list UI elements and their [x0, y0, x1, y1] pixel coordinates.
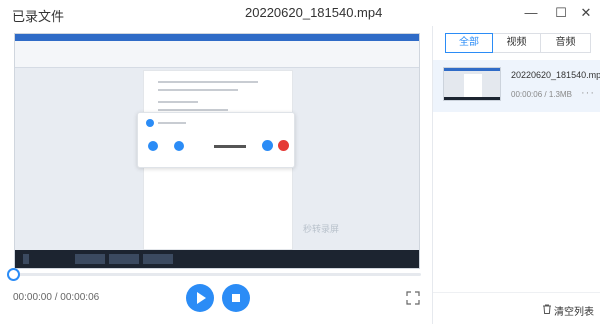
file-meta: 00:00:06 / 1.3MB [511, 90, 572, 99]
thumbnail-page [464, 74, 482, 98]
video-preview[interactable]: 秒转录屏 [14, 33, 420, 269]
tab-video[interactable]: 视频 [493, 33, 541, 53]
thumbnail-topbar [444, 68, 500, 71]
video-timer [214, 145, 246, 148]
video-text-line [158, 101, 198, 103]
time-display: 00:00:00 / 00:00:06 [13, 292, 99, 303]
fullscreen-button[interactable] [406, 291, 420, 305]
video-speaker-icon [174, 141, 184, 151]
video-tabbar [15, 34, 419, 41]
tab-all[interactable]: 全部 [445, 33, 493, 53]
video-task [109, 254, 139, 264]
clear-list-button[interactable]: 清空列表 [433, 292, 600, 324]
video-taskbar [15, 250, 419, 268]
app-title: 已录文件 [12, 9, 65, 24]
file-size: 1.3MB [548, 90, 572, 99]
trash-icon [543, 304, 551, 314]
fullscreen-icon [406, 291, 420, 305]
file-name: 20220620_181540.mp4 [511, 70, 600, 80]
video-mic-icon [148, 141, 158, 151]
file-thumbnail [443, 67, 501, 101]
maximize-button[interactable]: ☐ [552, 4, 570, 22]
video-text-line [158, 89, 238, 91]
title-bar: 已录文件 20220620_181540.mp4 — ☐ ✕ [0, 0, 600, 26]
total-time: 00:00:06 [60, 292, 100, 303]
play-icon [197, 292, 206, 304]
play-button[interactable] [186, 284, 214, 312]
tab-audio[interactable]: 音频 [541, 33, 591, 53]
stop-button[interactable] [222, 284, 250, 312]
file-list-item[interactable]: 20220620_181540.mp4 00:00:06 / 1.3MB ··· [433, 60, 600, 112]
video-watermark: 秒转录屏 [303, 224, 340, 234]
minimize-button[interactable]: — [522, 4, 540, 22]
thumbnail-taskbar [444, 97, 500, 100]
close-button[interactable]: ✕ [577, 4, 595, 22]
video-task [23, 254, 29, 264]
video-stop-icon [278, 140, 289, 151]
progress-handle[interactable] [6, 268, 20, 281]
file-list-panel: 全部 视频 音频 20220620_181540.mp4 00:00:06 / … [432, 26, 600, 324]
progress-bar[interactable] [13, 273, 421, 276]
video-text-line [158, 122, 186, 124]
video-player: 秒转录屏 00:00:00 / 00:00:06 [0, 26, 432, 324]
stop-icon [232, 294, 240, 302]
video-pause-icon [262, 140, 273, 151]
video-task [143, 254, 173, 264]
video-task [75, 254, 105, 264]
video-text-line [158, 109, 228, 111]
video-text-line [158, 81, 258, 83]
filter-tabs: 全部 视频 音频 [445, 33, 591, 53]
file-title: 20220620_181540.mp4 [245, 5, 383, 20]
current-time: 00:00:00 [13, 292, 52, 303]
video-logo [146, 119, 154, 127]
clear-list-label: 清空列表 [554, 307, 594, 318]
file-duration: 00:00:06 [511, 90, 543, 99]
video-recorder-dialog [137, 112, 295, 168]
more-options-icon[interactable]: ··· [581, 87, 595, 99]
